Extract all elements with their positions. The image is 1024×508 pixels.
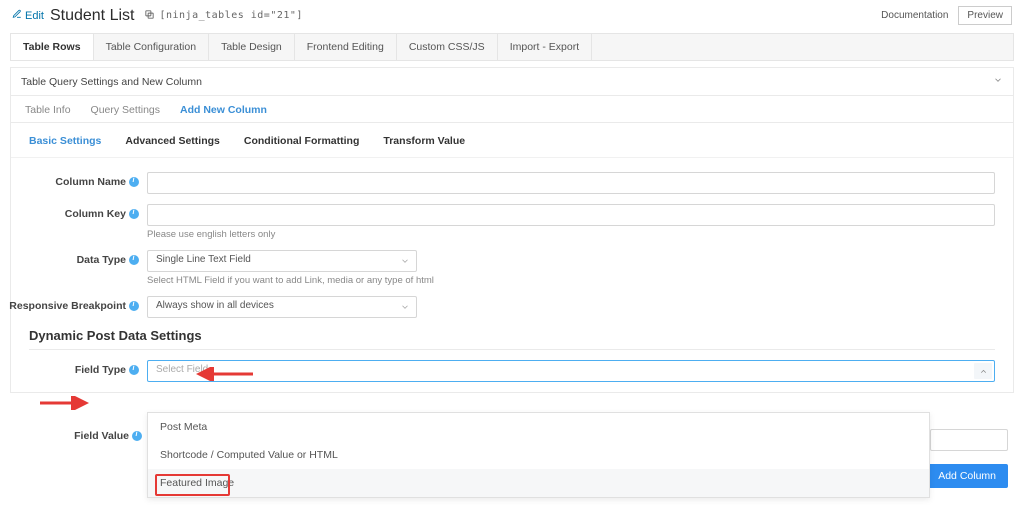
- field-type-select[interactable]: Select Field: [147, 360, 995, 382]
- tab-import-export[interactable]: Import - Export: [498, 34, 592, 60]
- edit-label: Edit: [25, 10, 44, 22]
- tab-custom-css-js[interactable]: Custom CSS/JS: [397, 34, 498, 60]
- column-name-input[interactable]: [147, 172, 995, 194]
- inner-tab-bar: Table Info Query Settings Add New Column: [11, 96, 1013, 123]
- column-key-label: Column Key: [65, 208, 126, 220]
- info-icon[interactable]: [129, 177, 139, 187]
- inner-tab-query-settings[interactable]: Query Settings: [91, 104, 160, 116]
- copy-icon: [144, 9, 155, 23]
- data-type-label: Data Type: [77, 254, 126, 266]
- page-title: Student List: [50, 7, 135, 25]
- add-column-button[interactable]: Add Column: [926, 464, 1008, 488]
- sub-tab-conditional-formatting[interactable]: Conditional Formatting: [244, 135, 360, 157]
- main-tab-bar: Table Rows Table Configuration Table Des…: [10, 33, 1014, 61]
- column-key-input[interactable]: [147, 204, 995, 226]
- tab-table-design[interactable]: Table Design: [209, 34, 295, 60]
- sub-tab-bar: Basic Settings Advanced Settings Conditi…: [11, 123, 1013, 158]
- info-icon[interactable]: [132, 431, 142, 441]
- preview-button[interactable]: Preview: [958, 6, 1012, 25]
- tab-frontend-editing[interactable]: Frontend Editing: [295, 34, 397, 60]
- inner-tab-add-new-column[interactable]: Add New Column: [180, 104, 267, 116]
- info-icon[interactable]: [129, 301, 139, 311]
- column-name-label: Column Name: [55, 176, 126, 188]
- data-type-select[interactable]: Single Line Text Field: [147, 250, 417, 272]
- field-value-input[interactable]: [930, 429, 1008, 451]
- sub-tab-basic-settings[interactable]: Basic Settings: [29, 135, 101, 157]
- info-icon[interactable]: [129, 255, 139, 265]
- data-type-help: Select HTML Field if you want to add Lin…: [147, 275, 995, 286]
- tab-table-rows[interactable]: Table Rows: [11, 34, 94, 60]
- documentation-link[interactable]: Documentation: [881, 10, 948, 21]
- chevron-down-icon: [400, 302, 410, 312]
- data-type-selected: Single Line Text Field: [156, 254, 251, 265]
- field-type-dropdown: Post Meta Shortcode / Computed Value or …: [147, 412, 930, 498]
- field-value-label-row: Field Value: [12, 430, 142, 442]
- chevron-down-icon: [400, 256, 410, 266]
- dynamic-settings-heading: Dynamic Post Data Settings: [29, 328, 995, 350]
- field-type-label: Field Type: [75, 364, 126, 376]
- outer-panel: Table Query Settings and New Column Tabl…: [10, 67, 1014, 393]
- edit-link[interactable]: Edit: [12, 9, 44, 22]
- column-key-help: Please use english letters only: [147, 229, 995, 240]
- sub-tab-advanced-settings[interactable]: Advanced Settings: [125, 135, 220, 157]
- annotation-arrow-1: [195, 367, 255, 381]
- option-shortcode[interactable]: Shortcode / Computed Value or HTML: [148, 441, 929, 469]
- responsive-select[interactable]: Always show in all devices: [147, 296, 417, 318]
- shortcode-copy[interactable]: [ninja_tables id="21"]: [144, 9, 302, 23]
- tab-table-configuration[interactable]: Table Configuration: [94, 34, 209, 60]
- responsive-selected: Always show in all devices: [156, 300, 274, 311]
- annotation-arrow-2: [38, 396, 90, 410]
- field-value-label: Field Value: [74, 430, 129, 442]
- info-icon[interactable]: [129, 365, 139, 375]
- sub-tab-transform-value[interactable]: Transform Value: [383, 135, 465, 157]
- info-icon[interactable]: [129, 209, 139, 219]
- chevron-up-icon: [974, 363, 992, 379]
- page-header: Edit Student List [ninja_tables id="21"]…: [0, 0, 1024, 29]
- shortcode-text: [ninja_tables id="21"]: [159, 10, 302, 21]
- chevron-down-icon: [993, 75, 1003, 88]
- panel-title: Table Query Settings and New Column: [21, 76, 202, 88]
- edit-icon: [12, 9, 22, 22]
- inner-tab-table-info[interactable]: Table Info: [25, 104, 71, 116]
- option-post-meta[interactable]: Post Meta: [148, 413, 929, 441]
- responsive-label: Responsive Breakpoint: [9, 300, 126, 312]
- option-featured-image[interactable]: Featured Image: [148, 469, 929, 497]
- panel-title-bar[interactable]: Table Query Settings and New Column: [11, 68, 1013, 96]
